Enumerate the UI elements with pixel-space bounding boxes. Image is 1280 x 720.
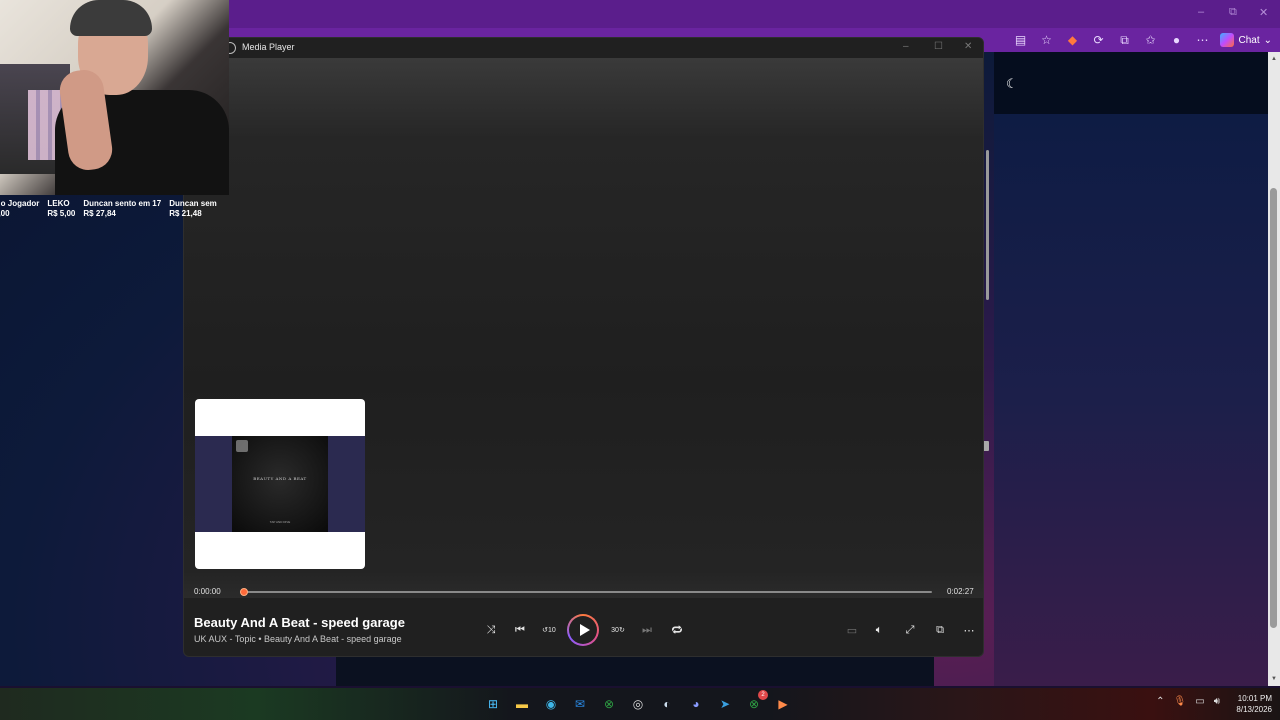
mini-player-icon[interactable]: ⧉ <box>931 621 949 639</box>
edge-icon[interactable]: ◉ <box>540 693 562 715</box>
microphone-icon[interactable]: 🎙︎ <box>1174 696 1187 707</box>
favorite-star-icon[interactable]: ☆ <box>1038 32 1054 48</box>
time-total: 0:02:27 <box>947 587 974 596</box>
repeat-off-icon[interactable]: 🔁︎ <box>668 621 686 639</box>
play-button-inner <box>569 616 597 644</box>
page-header-dark <box>994 52 1268 114</box>
notification-badge: 2 <box>758 690 768 700</box>
captions-icon[interactable]: ▭ <box>843 621 861 639</box>
system-tray: ⌃ 🎙︎ ▭ 🔊︎ <box>1156 696 1220 707</box>
donation-name: LEKO <box>47 199 70 208</box>
album-art-title: BEAUTY AND A BEAT <box>253 476 307 481</box>
donation-name: Duncan sem <box>169 199 217 208</box>
webcam-overlay <box>0 0 229 195</box>
moon-icon[interactable]: ☾ <box>1006 77 1018 90</box>
donation-amount: 0,00 <box>0 209 10 218</box>
previous-track-icon[interactable]: ⏮ <box>511 621 529 639</box>
outlook-icon[interactable]: ✉ <box>569 693 591 715</box>
donation-item: Duncan sento em 17 R$ 27,84 <box>83 199 161 221</box>
streamer-cap <box>70 0 152 36</box>
mp-maximize-button[interactable]: ☐ <box>934 41 943 52</box>
browser-restore-button[interactable]: ⧉ <box>1229 6 1237 19</box>
skip-back-button[interactable]: ↺ 10 <box>540 621 558 639</box>
profile-avatar-icon[interactable]: ● <box>1168 32 1184 48</box>
xbox-icon[interactable]: ⊗ <box>598 693 620 715</box>
chevron-up-icon[interactable]: ⌃ <box>1156 696 1164 707</box>
discord-icon[interactable]: ◕ <box>685 693 707 715</box>
album-art: BEAUTY AND A BEAT TAP AND DIVE <box>232 436 328 532</box>
reading-mode-icon[interactable]: ▤ <box>1012 32 1028 48</box>
inner-scrollbar[interactable] <box>986 150 989 300</box>
song-subtitle[interactable]: UK AUX - Topic • Beauty And A Beat - spe… <box>194 634 402 644</box>
page-scrollbar[interactable]: ▲ ▼ <box>1268 52 1280 686</box>
page-footer-strip <box>336 657 934 686</box>
taskbar-clock[interactable]: 10:01 PM 8/13/2026 <box>1236 693 1272 715</box>
next-track-icon[interactable]: ⏭ <box>638 621 656 639</box>
album-thumbnail-band: BEAUTY AND A BEAT TAP AND DIVE <box>195 436 365 532</box>
seek-bar[interactable] <box>240 588 932 596</box>
clock-time: 10:01 PM <box>1237 694 1272 703</box>
media-player-icon[interactable]: ▶ <box>772 693 794 715</box>
shuffle-icon[interactable]: ⤨ <box>482 621 500 639</box>
extension-fox-icon[interactable]: ◆ <box>1064 32 1080 48</box>
scroll-down-arrow-icon[interactable]: ▼ <box>1271 676 1277 682</box>
donation-item: é o Jogador 0,00 <box>0 199 39 221</box>
album-logo-icon <box>236 440 248 452</box>
split-screen-icon[interactable]: ⧉ <box>1116 32 1132 48</box>
donation-amount: R$ 27,84 <box>83 209 116 218</box>
browser-minimize-button[interactable]: – <box>1198 6 1204 18</box>
song-title: Beauty And A Beat - speed garage <box>194 615 405 630</box>
donation-ticker: é o Jogador 0,00 LEKO R$ 5,00 Duncan sen… <box>0 199 217 221</box>
seek-knob[interactable] <box>240 588 248 596</box>
album-thumbnail: BEAUTY AND A BEAT TAP AND DIVE <box>195 399 365 569</box>
copilot-chat-button[interactable]: Chat ⌄ <box>1220 33 1272 47</box>
album-art-subtitle: TAP AND DIVE <box>269 520 291 524</box>
telegram-icon[interactable]: ➤ <box>714 693 736 715</box>
volume-icon[interactable]: 🔈︎ <box>870 621 888 639</box>
skip-back-seconds: 10 <box>548 626 556 634</box>
media-player-titlebar[interactable]: Media Player – ☐ ✕ <box>184 38 983 58</box>
obs-icon[interactable]: ◎ <box>627 693 649 715</box>
extension-puzzle-icon[interactable]: ⟳ <box>1090 32 1106 48</box>
xbox-app-icon[interactable]: ⊗ 2 <box>743 690 768 715</box>
favorites-icon[interactable]: ✩ <box>1142 32 1158 48</box>
time-elapsed: 0:00:00 <box>194 587 221 596</box>
mp-close-button[interactable]: ✕ <box>964 41 972 52</box>
network-icon[interactable]: ▭ <box>1195 696 1204 707</box>
scroll-up-arrow-icon[interactable]: ▲ <box>1271 56 1277 62</box>
more-options-icon[interactable]: ⋯ <box>960 621 978 639</box>
speaker-icon[interactable]: 🔊︎ <box>1214 696 1220 707</box>
file-explorer-icon[interactable]: ▬ <box>511 693 533 715</box>
page-panel <box>994 114 1268 686</box>
donation-amount: R$ 21,48 <box>169 209 202 218</box>
windows-start-icon[interactable]: ⊞ <box>482 693 504 715</box>
donation-amount: R$ 5,00 <box>47 209 76 218</box>
donation-name: é o Jogador <box>0 199 40 208</box>
copilot-icon <box>1220 33 1235 47</box>
play-icon <box>579 624 590 636</box>
donation-item: Duncan sem R$ 21,48 <box>169 199 217 221</box>
more-options-icon[interactable]: ⋯ <box>1194 32 1210 48</box>
scroll-thumb[interactable] <box>1270 188 1277 628</box>
media-player-title: Media Player <box>242 42 295 52</box>
fullscreen-icon[interactable]: ⤢ <box>901 621 919 639</box>
chevron-down-icon: ⌄ <box>1263 34 1272 46</box>
chat-label: Chat <box>1238 34 1260 46</box>
donation-name: Duncan sento em 17 <box>83 199 162 208</box>
taskbar-apps: ⊞ ▬ ◉ ✉ ⊗ ◎ ◐ ◕ ➤ ⊗ 2 ▶ <box>482 690 794 716</box>
steam-icon[interactable]: ◐ <box>656 693 678 715</box>
fast-forward-icon: ↻ <box>618 627 625 634</box>
mp-minimize-button[interactable]: – <box>903 41 909 52</box>
skip-forward-button[interactable]: 30 ↻ <box>609 621 627 639</box>
media-player-window: Media Player – ☐ ✕ BEAUTY AND A BEAT TAP… <box>183 37 984 657</box>
progress-row: 0:00:00 0:02:27 <box>184 581 983 601</box>
clock-date: 8/13/2026 <box>1236 705 1272 714</box>
browser-toolbar-icons: ▤ ☆ ◆ ⟳ ⧉ ✩ ● ⋯ Chat ⌄ <box>1012 30 1272 50</box>
skip-forward-seconds: 30 <box>611 626 619 634</box>
donation-item: LEKO R$ 5,00 <box>47 199 75 221</box>
play-button[interactable] <box>567 614 599 646</box>
browser-close-button[interactable]: ✕ <box>1259 6 1268 19</box>
